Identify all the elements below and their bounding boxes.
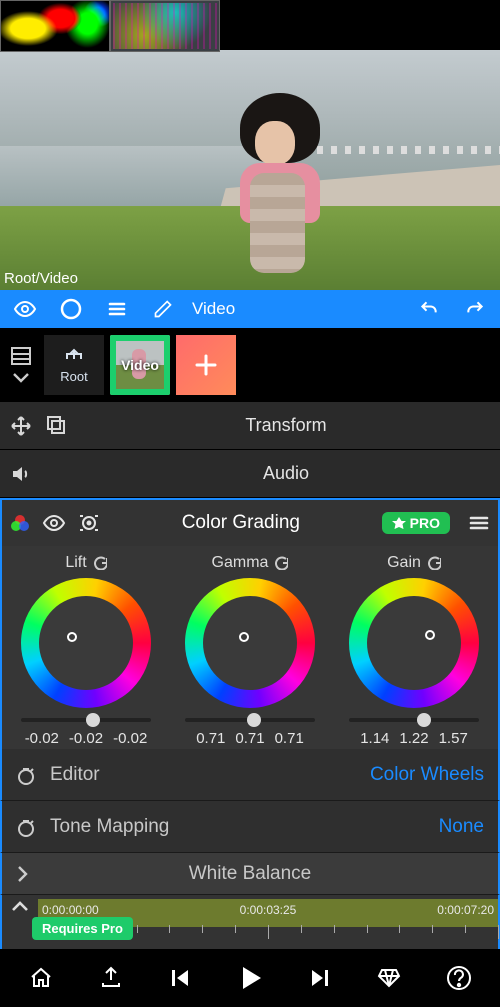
move-icon [10, 415, 32, 437]
color-wheel-gamma[interactable]: Gamma 0.710.710.71 [171, 554, 329, 747]
chevron-up-icon[interactable] [10, 899, 30, 913]
tone-label: Tone Mapping [50, 816, 439, 838]
wheel-slider[interactable] [21, 718, 151, 722]
add-clip-button[interactable] [176, 335, 236, 395]
undo-button[interactable] [408, 290, 450, 328]
video-frame [0, 50, 500, 290]
wheel-label: Gamma [212, 554, 289, 572]
record-icon[interactable] [50, 290, 92, 328]
video-preview[interactable]: Root/Video [0, 0, 500, 290]
stopwatch-icon [16, 765, 50, 785]
histogram-scope[interactable] [0, 0, 110, 52]
white-balance-row[interactable]: White Balance [0, 853, 500, 895]
eye-icon[interactable] [42, 513, 66, 533]
wheel-slider[interactable] [185, 718, 315, 722]
wb-label: White Balance [50, 863, 450, 885]
requires-pro-tooltip: Requires Pro [32, 917, 133, 940]
panel-title: Color Grading [110, 512, 372, 534]
home-button[interactable] [17, 954, 65, 1002]
wheel-dial[interactable] [21, 578, 151, 708]
wheel-values: 0.710.710.71 [196, 730, 304, 747]
step-back-button[interactable] [156, 954, 204, 1002]
root-label: Root [60, 369, 87, 384]
wheel-slider[interactable] [349, 718, 479, 722]
visibility-toggle[interactable] [4, 290, 46, 328]
timeline[interactable]: 0:00:00:00 0:00:03:25 0:00:07:20 Require… [0, 895, 500, 949]
reset-icon[interactable] [93, 556, 107, 570]
wheel-label: Gain [387, 554, 441, 572]
breadcrumb: Root/Video [4, 270, 78, 287]
wheel-dial[interactable] [185, 578, 315, 708]
tone-mapping-row[interactable]: Tone Mapping None [0, 801, 500, 853]
pro-badge[interactable]: PRO [382, 512, 450, 534]
reset-icon[interactable] [427, 556, 441, 570]
help-button[interactable] [435, 954, 483, 1002]
transform-label: Transform [82, 415, 490, 436]
timeline-time: 0:00:07:20 [437, 903, 494, 917]
clip-thumbnail[interactable]: Video [110, 335, 170, 395]
transport-bar [0, 949, 500, 1007]
wheel-values: -0.02-0.02-0.02 [25, 730, 148, 747]
pro-label: PRO [410, 515, 440, 531]
speaker-icon [10, 463, 32, 485]
transform-row[interactable]: Transform [0, 402, 500, 450]
chevron-down-icon[interactable] [12, 372, 30, 384]
play-button[interactable] [226, 954, 274, 1002]
menu-icon[interactable] [96, 290, 138, 328]
redo-button[interactable] [454, 290, 496, 328]
panel-menu-icon[interactable] [468, 512, 490, 534]
clip-strip: Root Video [0, 328, 500, 402]
stopwatch-icon [16, 817, 50, 837]
editor-row[interactable]: Editor Color Wheels [0, 749, 500, 801]
audio-row[interactable]: Audio [0, 450, 500, 498]
editor-value: Color Wheels [370, 764, 484, 786]
tone-value: None [439, 816, 484, 838]
copy-icon [46, 415, 66, 437]
chevron-right-icon [16, 865, 50, 883]
root-clip-button[interactable]: Root [44, 335, 104, 395]
target-icon[interactable] [78, 512, 100, 534]
export-button[interactable] [87, 954, 135, 1002]
audio-label: Audio [82, 463, 490, 484]
color-wheel-lift[interactable]: Lift -0.02-0.02-0.02 [7, 554, 165, 747]
wheel-dial[interactable] [349, 578, 479, 708]
step-forward-button[interactable] [296, 954, 344, 1002]
wheel-label: Lift [65, 554, 106, 572]
editor-label: Editor [50, 764, 370, 786]
topbar: Video [0, 290, 500, 328]
rgb-wheel-icon[interactable] [10, 513, 30, 533]
waveform-scope[interactable] [110, 0, 220, 52]
color-grading-panel: Color Grading PRO Lift -0.02-0.02-0.02Ga… [0, 498, 500, 749]
clip-thumb-label: Video [110, 357, 170, 373]
diamond-button[interactable] [365, 954, 413, 1002]
panel-layout-icon[interactable] [10, 346, 32, 366]
timeline-time: 0:00:03:25 [240, 903, 297, 917]
wheel-values: 1.141.221.57 [360, 730, 468, 747]
reset-icon[interactable] [274, 556, 288, 570]
edit-icon[interactable] [142, 290, 184, 328]
color-wheel-gain[interactable]: Gain 1.141.221.57 [335, 554, 493, 747]
topbar-title: Video [192, 299, 404, 319]
